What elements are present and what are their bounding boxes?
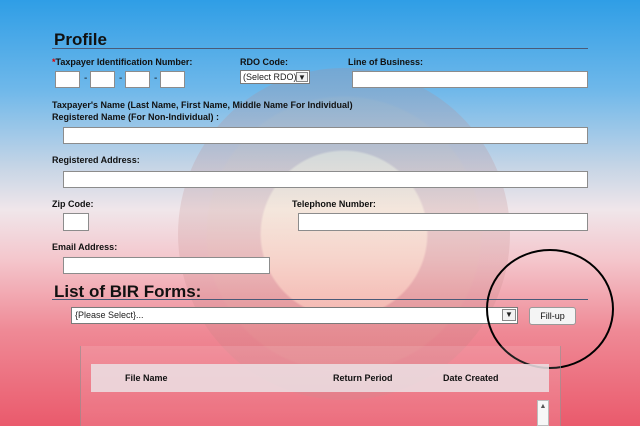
tin-dash: - — [119, 73, 123, 84]
registered-address-label: Registered Address: — [52, 155, 140, 165]
telephone-input[interactable] — [298, 213, 588, 231]
chevron-down-icon[interactable]: ▼ — [296, 72, 308, 82]
line-of-business-label: Line of Business: — [348, 57, 424, 67]
telephone-label: Telephone Number: — [292, 199, 376, 209]
email-input[interactable] — [63, 257, 270, 274]
scroll-up-arrow-icon[interactable]: ▲ — [538, 401, 548, 413]
profile-title: Profile — [54, 30, 107, 49]
column-header-file-name: File Name — [125, 373, 168, 383]
email-label: Email Address: — [52, 242, 118, 252]
tin-dash: - — [154, 73, 158, 84]
registered-name-label: Registered Name (For Non-Individual) : — [52, 112, 220, 122]
tin-field-2[interactable] — [90, 71, 115, 88]
bir-form-select[interactable]: {Please Select}... ▼ — [71, 307, 518, 324]
rdo-select-value: (Select RDO) — [243, 72, 297, 82]
taxpayer-name-label: Taxpayer's Name (Last Name, First Name, … — [52, 100, 353, 110]
forms-table: File Name Return Period Date Created ▲ — [80, 346, 561, 426]
tin-field-3[interactable] — [125, 71, 150, 88]
column-header-return-period: Return Period — [333, 373, 393, 383]
line-of-business-input[interactable] — [352, 71, 588, 88]
tin-label-text: Taxpayer Identification Number: — [55, 57, 193, 67]
registered-name-input[interactable] — [63, 127, 588, 144]
tin-dash: - — [84, 73, 88, 84]
zip-code-input[interactable] — [63, 213, 89, 231]
table-scrollbar[interactable]: ▲ — [537, 400, 549, 426]
rdo-label: RDO Code: — [240, 57, 288, 67]
forms-table-header: File Name Return Period Date Created — [91, 364, 549, 392]
profile-divider — [52, 48, 588, 49]
registered-address-input[interactable] — [63, 171, 588, 188]
bir-form-select-value: {Please Select}... — [75, 310, 144, 320]
tin-label: *Taxpayer Identification Number: — [52, 57, 192, 67]
tin-field-4[interactable] — [160, 71, 185, 88]
rdo-select[interactable]: (Select RDO) ▼ — [240, 70, 310, 84]
zip-code-label: Zip Code: — [52, 199, 94, 209]
column-header-date-created: Date Created — [443, 373, 499, 383]
tin-field-1[interactable] — [55, 71, 80, 88]
